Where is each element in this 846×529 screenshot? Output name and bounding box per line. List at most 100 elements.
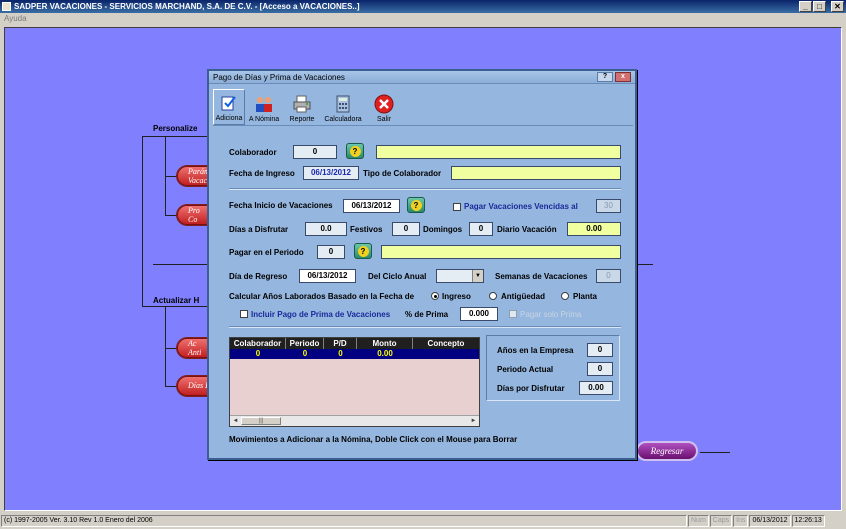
anios-empresa-input[interactable]: 0 [587, 343, 613, 357]
colaborador-input[interactable]: 0 [293, 145, 337, 159]
domingos-label: Domingos [423, 225, 463, 234]
grid-horizontal-scrollbar[interactable]: ◄ ||| ► [230, 415, 479, 426]
pct-prima-label: % de Prima [405, 310, 449, 319]
status-ins: Ins [733, 515, 749, 527]
status-time: 12:26:13 [791, 515, 825, 527]
actualizar-label: Actualizar H [153, 296, 200, 305]
periodo-actual-label: Periodo Actual [497, 365, 554, 374]
exit-x-icon [374, 94, 394, 114]
grid-col-pd[interactable]: P/D [324, 338, 357, 349]
ciclo-anual-select[interactable]: ▼ [436, 269, 484, 283]
radio-antiguedad-label: Antigüedad [501, 292, 545, 301]
minimize-button[interactable]: _ [799, 1, 812, 12]
status-date: 06/13/2012 [749, 515, 791, 527]
periodo-lookup-button[interactable]: ? [354, 243, 372, 259]
status-copyright: (c) 1997-2005 Ver. 3.10 Rev 1.0 Enero de… [1, 515, 687, 527]
tipo-colaborador-label: Tipo de Colaborador [363, 169, 442, 178]
grid-col-colaborador[interactable]: Colaborador [230, 338, 286, 349]
pagar-vencidas-input[interactable]: 30 [596, 199, 621, 213]
dialog-help-button[interactable]: ? [597, 72, 613, 82]
colaborador-lookup-button[interactable]: ? [346, 143, 364, 159]
radio-antiguedad[interactable] [489, 292, 497, 300]
grid-col-concepto[interactable]: Concepto [413, 338, 479, 349]
pct-prima-input[interactable]: 0.000 [460, 307, 498, 321]
footer-hint: Movimientos a Adicionar a la Nómina, Dob… [229, 435, 518, 444]
resumen-box: Años en la Empresa 0 Periodo Actual 0 Dí… [486, 335, 620, 401]
dialog-toolbar: Adiciona A Nómina Reporte Calculadora Sa… [213, 89, 403, 125]
tree-line [153, 264, 213, 265]
grid-col-monto[interactable]: Monto [357, 338, 413, 349]
reporte-button[interactable]: Reporte [283, 89, 321, 125]
calculadora-button[interactable]: Calculadora [321, 89, 365, 125]
salir-button[interactable]: Salir [365, 89, 403, 125]
radio-planta[interactable] [561, 292, 569, 300]
scroll-left-icon[interactable]: ◄ [230, 416, 241, 426]
pagar-periodo-desc-input[interactable] [381, 245, 621, 259]
dias-por-disfrutar-input[interactable]: 0.00 [579, 381, 613, 395]
dia-regreso-input[interactable]: 06/13/2012 [299, 269, 356, 283]
tree-line [165, 306, 166, 386]
radio-ingreso[interactable] [431, 292, 439, 300]
dialog-close-button[interactable]: x [615, 72, 631, 82]
semanas-label: Semanas de Vacaciones [495, 272, 588, 281]
radio-planta-label: Planta [573, 292, 598, 301]
ciclo-anual-label: Del Ciclo Anual [368, 272, 427, 281]
pagar-solo-prima-checkbox[interactable] [509, 310, 517, 318]
tree-line [142, 306, 214, 307]
a-nomina-button[interactable]: A Nómina [245, 89, 283, 125]
fecha-inicio-lookup-button[interactable]: ? [407, 197, 425, 213]
dias-disfrutar-input[interactable]: 0.0 [305, 222, 347, 236]
colaborador-name-input[interactable] [376, 145, 621, 159]
grid-header: Colaborador Periodo P/D Monto Concepto [230, 338, 479, 349]
festivos-input[interactable]: 0 [392, 222, 420, 236]
festivos-label: Festivos [350, 225, 383, 234]
tree-line [142, 136, 214, 137]
tree-line [142, 136, 143, 306]
menu-ayuda[interactable]: Ayuda [4, 14, 27, 23]
scroll-thumb[interactable]: ||| [241, 417, 281, 425]
calcular-label: Calcular Años Laborados Basado en la Fec… [229, 292, 415, 301]
adiciona-button[interactable]: Adiciona [213, 89, 245, 125]
adiciona-icon [219, 93, 239, 113]
pagar-periodo-label: Pagar en el Periodo [229, 248, 304, 257]
status-bar: (c) 1997-2005 Ver. 3.10 Rev 1.0 Enero de… [0, 513, 846, 529]
table-row[interactable]: 0 0 0 0.00 [230, 349, 479, 359]
fecha-inicio-label: Fecha Inicio de Vacaciones [229, 201, 333, 210]
maximize-button[interactable]: □ [813, 1, 826, 12]
dias-por-disfrutar-label: Días por Disfrutar [497, 384, 565, 393]
grid-col-periodo[interactable]: Periodo [286, 338, 324, 349]
status-caps: Caps [709, 515, 733, 527]
dialog-title: Pago de Días y Prima de Vacaciones [213, 73, 345, 82]
movimientos-grid[interactable]: Colaborador Periodo P/D Monto Concepto 0… [229, 337, 480, 427]
pagar-vencidas-checkbox[interactable] [453, 203, 461, 211]
pagar-vencidas-label: Pagar Vacaciones Vencidas al [464, 202, 578, 211]
domingos-input[interactable]: 0 [469, 222, 493, 236]
pago-vacaciones-dialog: Pago de Días y Prima de Vacaciones ? x A… [207, 69, 637, 460]
section-separator [229, 326, 621, 328]
semanas-input[interactable]: 0 [596, 269, 621, 283]
calculator-icon [333, 94, 353, 114]
diario-vacacion-label: Diario Vacación [497, 225, 557, 234]
incluir-prima-checkbox[interactable] [240, 310, 248, 318]
question-icon: ? [410, 199, 422, 211]
status-num: Num [688, 515, 709, 527]
periodo-actual-input[interactable]: 0 [587, 362, 613, 376]
printer-icon [292, 94, 312, 114]
close-button[interactable]: ✕ [831, 1, 844, 12]
dia-regreso-label: Día de Regreso [229, 272, 288, 281]
question-icon: ? [349, 145, 361, 157]
scroll-right-icon[interactable]: ► [468, 416, 479, 426]
regresar-button[interactable]: Regresar [636, 441, 698, 461]
incluir-prima-label: Incluir Pago de Prima de Vacaciones [251, 310, 391, 319]
app-icon [2, 2, 11, 11]
people-icon [254, 94, 274, 114]
pagar-periodo-input[interactable]: 0 [317, 245, 345, 259]
diario-vacacion-input[interactable]: 0.00 [567, 222, 621, 236]
question-icon: ? [357, 245, 369, 257]
toolbar-separator [213, 125, 633, 126]
fecha-ingreso-input[interactable]: 06/13/2012 [303, 166, 359, 180]
fecha-inicio-input[interactable]: 06/13/2012 [343, 199, 400, 213]
tipo-colaborador-input[interactable] [451, 166, 621, 180]
tree-line [700, 452, 730, 453]
app-title: SADPER VACACIONES - SERVICIOS MARCHAND, … [14, 2, 360, 11]
